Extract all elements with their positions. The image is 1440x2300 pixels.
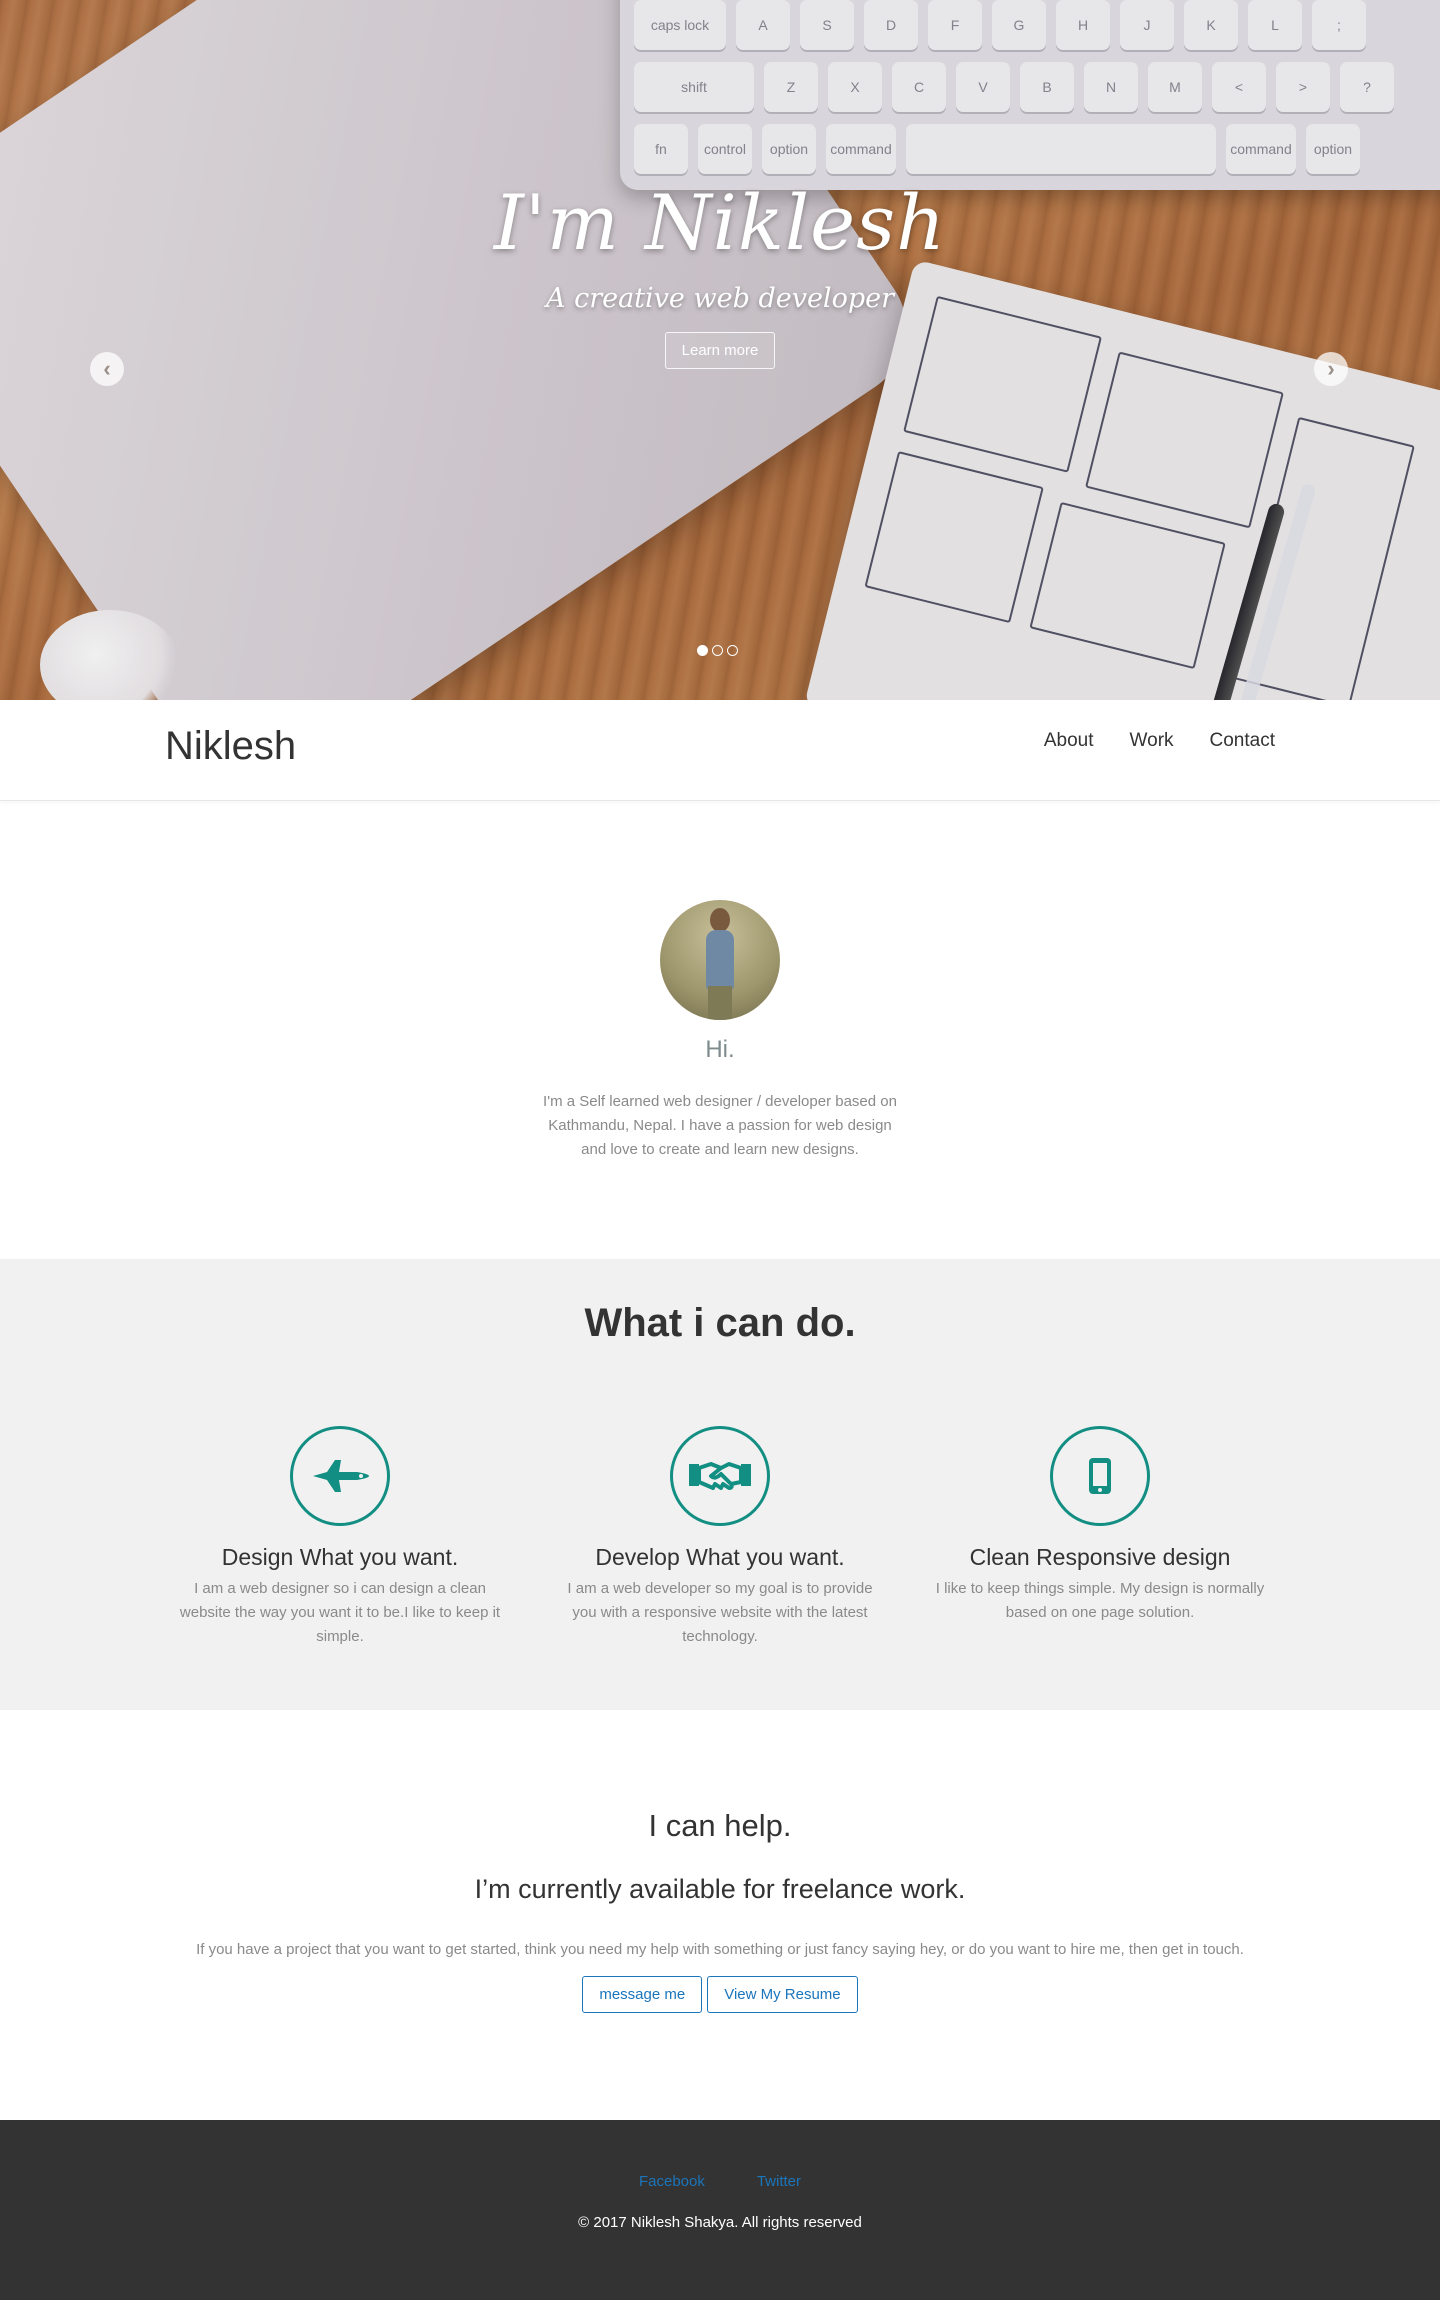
- avatar: [660, 900, 780, 1020]
- about-text: I'm a Self learned web designer / develo…: [543, 1093, 897, 1158]
- help-section: I can help. I’m currently available for …: [0, 1710, 1440, 2120]
- carousel-next-button[interactable]: ›: [1314, 352, 1348, 386]
- help-heading: I can help.: [648, 1808, 792, 1843]
- help-buttons: message me View My Resume: [0, 1976, 1440, 2013]
- nav-link-work[interactable]: Work: [1130, 730, 1174, 752]
- hero-subtitle: A creative web developer: [546, 283, 894, 314]
- facebook-link[interactable]: Facebook: [639, 2173, 705, 2190]
- navbar: Niklesh About Work Contact: [0, 700, 1440, 801]
- brand-logo[interactable]: Niklesh: [165, 724, 296, 769]
- chevron-right-icon: ›: [1327, 356, 1335, 381]
- message-me-button[interactable]: message me: [582, 1976, 703, 2013]
- service-text: I am a web developer so my goal is to pr…: [567, 1580, 873, 1645]
- services-row: Design What you want. I am a web designe…: [0, 1426, 1440, 1649]
- help-text: If you have a project that you want to g…: [196, 1941, 1244, 1958]
- mobile-icon-graphic: [1089, 1458, 1111, 1494]
- handshake-icon-graphic: [689, 1462, 751, 1490]
- about-section: Hi. I'm a Self learned web designer / de…: [0, 801, 1440, 1259]
- hero-title: I'm Niklesh: [493, 178, 947, 267]
- jet-icon-graphic: [313, 1460, 369, 1492]
- copyright-text: © 2017 Niklesh Shakya. All rights reserv…: [578, 2214, 862, 2231]
- jet-icon: [290, 1426, 390, 1526]
- services-heading: What i can do.: [584, 1301, 856, 1345]
- carousel-indicator[interactable]: [697, 645, 708, 656]
- learn-more-button[interactable]: Learn more: [664, 332, 776, 369]
- hero-content: I'm Niklesh A creative web developer Lea…: [0, 178, 1440, 369]
- avatar-legs: [708, 986, 732, 1020]
- greeting: Hi.: [705, 1036, 735, 1063]
- social-links: Facebook Twitter: [0, 2173, 1440, 2190]
- service-item: Design What you want. I am a web designe…: [170, 1426, 510, 1649]
- footer: Facebook Twitter © 2017 Niklesh Shakya. …: [0, 2120, 1440, 2300]
- service-title: Clean Responsive design: [969, 1544, 1231, 1570]
- service-item: Develop What you want. I am a web develo…: [550, 1426, 890, 1649]
- help-subheading: I’m currently available for freelance wo…: [474, 1874, 966, 1904]
- nav-link-about[interactable]: About: [1044, 730, 1094, 752]
- avatar-body: [706, 930, 734, 990]
- nav-link-contact[interactable]: Contact: [1210, 730, 1275, 752]
- carousel-indicator[interactable]: [727, 645, 738, 656]
- carousel-prev-button[interactable]: ‹: [90, 352, 124, 386]
- service-text: I like to keep things simple. My design …: [935, 1580, 1265, 1621]
- services-section: What i can do. Design What you want. I a…: [0, 1259, 1440, 1710]
- hero-carousel: caps lock A S D F G H J K L ; shift Z X …: [0, 0, 1440, 700]
- handshake-icon: [670, 1426, 770, 1526]
- carousel-indicator[interactable]: [712, 645, 723, 656]
- twitter-link[interactable]: Twitter: [757, 2173, 801, 2190]
- nav-links: About Work Contact: [1044, 730, 1275, 752]
- service-text: I am a web designer so i can design a cl…: [179, 1580, 501, 1645]
- service-title: Develop What you want.: [595, 1544, 845, 1570]
- chevron-left-icon: ‹: [103, 356, 111, 381]
- avatar-head: [710, 908, 730, 932]
- service-item: Clean Responsive design I like to keep t…: [930, 1426, 1270, 1649]
- mobile-icon: [1050, 1426, 1150, 1526]
- view-resume-button[interactable]: View My Resume: [707, 1976, 858, 2013]
- carousel-indicators: [697, 645, 738, 656]
- service-title: Design What you want.: [221, 1544, 459, 1570]
